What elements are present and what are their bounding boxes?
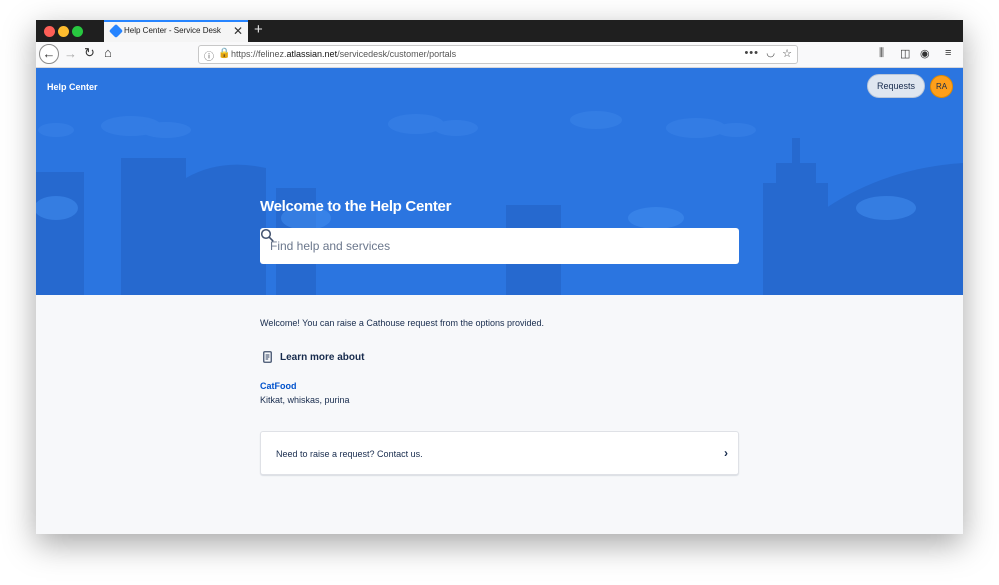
chevron-right-icon: ›	[724, 446, 728, 460]
zoom-window-button[interactable]	[72, 26, 83, 37]
catfood-category-link[interactable]: CatFood	[260, 381, 297, 391]
sidebar-icon[interactable]: ◫	[900, 47, 910, 60]
url-prefix: https://felinez.	[231, 49, 287, 59]
library-icon[interactable]: ⫼	[879, 47, 884, 60]
close-window-button[interactable]	[44, 26, 55, 37]
help-center-page: Help Center Requests RA Welcome to the H…	[36, 68, 963, 534]
url-host: atlassian.net	[286, 49, 338, 59]
contact-us-text: Need to raise a request? Contact us.	[276, 449, 423, 459]
url-path: /servicedesk/customer/portals	[337, 49, 457, 59]
browser-window: Help Center - Service Desk ✕ + ← → ↻ ⌂ ⓘ…	[36, 20, 963, 534]
menu-icon[interactable]: ≡	[945, 47, 951, 59]
search-box	[260, 228, 739, 264]
lock-icon: 🔒	[218, 48, 231, 59]
document-icon	[263, 351, 272, 363]
home-button[interactable]: ⌂	[104, 45, 112, 60]
reload-button[interactable]: ↻	[84, 45, 95, 61]
back-button[interactable]: ←	[39, 44, 59, 64]
site-info-icon[interactable]: ⓘ	[204, 48, 214, 63]
forward-button[interactable]: →	[64, 46, 77, 61]
bookmark-star-icon[interactable]: ☆	[782, 47, 792, 60]
new-tab-button[interactable]: +	[254, 21, 263, 39]
address-bar[interactable]: ⓘ 🔒 https://felinez.atlassian.net/servic…	[198, 45, 798, 64]
catfood-category-description: Kitkat, whiskas, purina	[260, 395, 350, 405]
search-input[interactable]	[270, 228, 710, 264]
contact-us-card[interactable]: Need to raise a request? Contact us. ›	[260, 431, 739, 475]
account-icon[interactable]: ◉	[920, 47, 930, 60]
url-text[interactable]: https://felinez.atlassian.net/servicedes…	[231, 49, 456, 59]
requests-button[interactable]: Requests	[867, 74, 925, 98]
hero-banner: Help Center Requests RA Welcome to the H…	[36, 68, 963, 295]
learn-more-heading: Learn more about	[280, 352, 365, 363]
navigation-bar: ← → ↻ ⌂ ⓘ 🔒 https://felinez.atlassian.ne…	[36, 42, 963, 68]
pocket-icon[interactable]: ◡	[766, 48, 775, 59]
page-actions-icon[interactable]: •••	[744, 47, 759, 59]
help-center-home-link[interactable]: Help Center	[47, 82, 98, 92]
tab-title: Help Center - Service Desk	[124, 26, 221, 35]
tab-bar: Help Center - Service Desk ✕ +	[36, 20, 963, 42]
minimize-window-button[interactable]	[58, 26, 69, 37]
page-title: Welcome to the Help Center	[260, 198, 452, 215]
browser-tab[interactable]: Help Center - Service Desk ✕	[104, 20, 248, 42]
jira-service-desk-icon	[108, 23, 124, 39]
user-avatar[interactable]: RA	[930, 75, 953, 98]
search-icon[interactable]	[260, 228, 274, 242]
welcome-message: Welcome! You can raise a Cathouse reques…	[260, 318, 545, 328]
close-tab-icon[interactable]: ✕	[233, 24, 243, 38]
